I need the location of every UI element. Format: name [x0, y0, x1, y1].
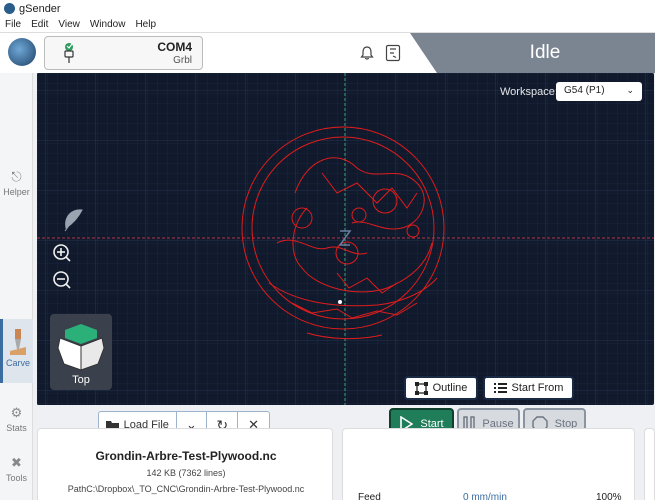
file-info-panel: Grondin-Arbre-Test-Plywood.nc 142 KB (73…	[37, 428, 333, 500]
gsender-logo	[8, 38, 36, 66]
connection-selector[interactable]: COM4 Grbl	[44, 36, 203, 70]
window-title-bar: gSender	[0, 0, 655, 17]
chevron-down-icon: ⌄	[626, 85, 634, 95]
camera-view-label: Top	[72, 374, 90, 386]
firmware-name: Grbl	[173, 55, 192, 66]
menu-help[interactable]: Help	[130, 19, 161, 30]
outline-button[interactable]: Outline	[404, 376, 478, 400]
feed-label: Feed	[358, 492, 381, 500]
feed-value: 0 mm/min	[463, 492, 507, 500]
nav-tools-label: Tools	[5, 473, 27, 483]
menu-bar: File Edit View Window Help	[0, 17, 655, 33]
start-from-button[interactable]: Start From	[483, 376, 574, 400]
stats-icon: ⚙	[10, 405, 23, 420]
outline-icon	[414, 381, 428, 395]
file-path: PathC:\Dropbox\_TO_CNC\Grondin-Arbre-Tes…	[67, 484, 305, 494]
window-title: gSender	[19, 2, 61, 15]
usb-plug-icon	[64, 43, 74, 63]
side-panel-edge	[644, 428, 655, 500]
nav-stats-label: Stats	[6, 423, 27, 433]
workspace-label: Workspace:	[500, 86, 558, 98]
shortcuts-icon[interactable]	[385, 44, 401, 62]
carve-icon	[10, 329, 26, 355]
file-size: 142 KB (7362 lines)	[146, 468, 226, 478]
left-sidebar: ⎋ Helper Carve ⚙ Stats ✖ Tools	[0, 73, 33, 500]
wrench-icon: ✖	[11, 455, 22, 470]
bell-icon[interactable]	[360, 46, 374, 60]
cube-icon	[57, 324, 105, 371]
toolpath-canvas	[37, 73, 654, 405]
list-icon	[493, 383, 507, 393]
nav-helper-label: Helper	[3, 187, 30, 197]
feed-percent: 100%	[596, 492, 622, 500]
tool-position-marker	[338, 300, 342, 304]
port-name: COM4	[157, 40, 192, 54]
menu-window[interactable]: Window	[85, 19, 131, 30]
workspace-value: G54 (P1)	[564, 85, 605, 96]
machine-state-badge: Idle	[410, 33, 655, 73]
start-from-label: Start From	[511, 382, 564, 394]
menu-edit[interactable]: Edit	[26, 19, 53, 30]
menu-view[interactable]: View	[53, 19, 85, 30]
overrides-panel: Feed 0 mm/min 100%	[342, 428, 635, 500]
visualizer[interactable]	[37, 73, 654, 405]
file-name: Grondin-Arbre-Test-Plywood.nc	[95, 449, 277, 463]
nav-tools[interactable]: ✖ Tools	[0, 455, 33, 483]
helper-icon: ⎋	[11, 169, 22, 184]
nav-carve[interactable]: Carve	[0, 319, 33, 383]
outline-label: Outline	[432, 382, 468, 394]
machine-state-label: Idle	[529, 42, 561, 63]
nav-stats[interactable]: ⚙ Stats	[0, 405, 33, 433]
workspace-select[interactable]: G54 (P1) ⌄	[556, 82, 642, 101]
nav-helper[interactable]: ⎋ Helper	[0, 169, 33, 197]
app-icon	[4, 3, 15, 14]
nav-carve-label: Carve	[5, 358, 30, 368]
menu-file[interactable]: File	[0, 19, 26, 30]
